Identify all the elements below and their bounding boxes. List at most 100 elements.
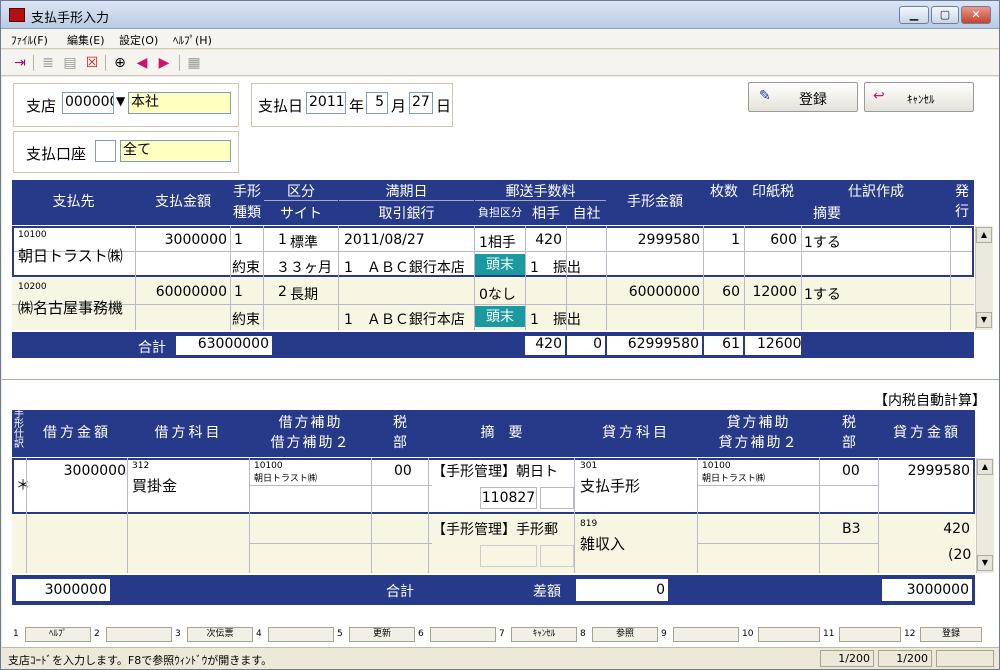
app-icon [9,8,25,22]
fkey-6[interactable]: 6 [418,627,496,643]
exit-icon[interactable]: ⇥ [11,54,29,72]
col-debit-sub: 借方補助 [250,412,371,432]
arrow-left-icon[interactable]: ◀ [133,54,151,72]
fkey-7[interactable]: 7 ｷｬﾝｾﾙ [499,627,577,643]
undo-icon: ↩ [873,88,885,104]
fkey-2[interactable]: 2 [94,627,172,643]
col-note-type: 手形 [231,181,263,201]
month-unit: 月 [391,97,407,115]
list-icon[interactable]: ≣ [39,54,57,72]
fkey-10[interactable]: 10 [742,627,820,643]
arrow-right-icon[interactable]: ▶ [155,54,173,72]
maximize-button[interactable]: ▢ [931,6,959,24]
col-maturity: 満期日 [339,181,474,201]
col-burden: 負担区分 [475,203,525,223]
register-button[interactable]: ✎ 登録 [748,82,858,112]
col-mail-fee: 郵送手数料 [475,181,606,201]
total-label: 合計 [132,337,172,355]
close-button[interactable]: ✕ [961,6,991,24]
col-ctax: 税 [820,412,878,432]
menu-settings[interactable]: 設定(O) [119,32,158,48]
day-unit: 日 [436,97,452,115]
col-bank: 取引銀行 [339,203,474,223]
col-summary-bottom: 摘 要 [429,410,574,457]
col-credit-account: 貸方科目 [575,410,697,457]
col-journal: 仕訳作成 [802,181,950,201]
fkey-12[interactable]: 12 登録 [904,627,982,643]
menu-file[interactable]: ﾌｧｲﾙ(F) [11,32,48,48]
account-name-field: 全て [120,140,231,162]
col-tax: 税 [372,412,428,432]
pay-amount[interactable]: 3000000 [152,232,227,248]
fkey-9[interactable]: 9 [661,627,739,643]
col-payee: 支払先 [12,180,135,225]
scroll-up-icon[interactable]: ▲ [977,459,993,475]
col-stamp: 印紙税 [745,181,801,201]
total-amount: 63000000 [176,336,272,355]
minimize-button[interactable]: ▁ [899,6,929,24]
copy-icon[interactable]: ▤ [61,54,79,72]
scroll-down-icon[interactable]: ▼ [977,555,993,571]
col-debit-account: 借方科目 [128,410,249,457]
diff-label: 差額 [522,581,572,599]
delete-icon[interactable]: ☒ [83,54,101,72]
pay-date-label: 支払日 [258,97,304,115]
toolbar: ⇥ ≣ ▤ ☒ ⊕ ◀ ▶ ▦ [1,50,999,76]
col-pay-amount: 支払金額 [136,180,230,225]
bottom-total-bar [12,575,975,605]
main-panel: 支店 000000 ▼ 本社 支払日 2011 年 5 月 27 日 ✎ 登録 … [2,77,999,650]
col-own: 自社 [567,203,606,223]
scroll-up-icon[interactable]: ▲ [976,227,992,243]
tax-note: 【内税自動計算】 [874,393,986,409]
col-site: サイト [264,203,338,223]
col-count: 枚数 [704,181,744,201]
fkey-5[interactable]: 5 更新 [337,627,415,643]
account-code-input[interactable] [95,140,116,162]
scroll-down-icon[interactable]: ▼ [976,312,992,328]
col-credit-sub: 貸方補助 [698,412,819,432]
payee-name: 朝日トラスト㈱ [18,247,123,265]
year-unit: 年 [349,97,365,115]
diff-value: 0 [576,579,668,601]
fkey-11[interactable]: 11 [823,627,901,643]
store-dropdown-icon[interactable]: ▼ [116,94,125,108]
zoom-icon[interactable]: ⊕ [111,54,129,72]
pencil-icon: ✎ [759,88,771,104]
col-category: 区分 [264,181,338,201]
calculator-icon[interactable]: ▦ [185,54,203,72]
account-label: 支払口座 [26,145,87,163]
col-issue: 発 [951,181,973,201]
year-input[interactable]: 2011 [306,92,346,114]
debit-total: 3000000 [16,579,110,601]
fkey-4[interactable]: 4 [256,627,334,643]
menu-edit[interactable]: 編集(E) [67,32,105,48]
payee-code: 10100 [18,230,47,240]
app-window: 支払手形入力 ▁ ▢ ✕ ﾌｧｲﾙ(F) 編集(E) 設定(O) ﾍﾙﾌﾟ(H)… [0,0,1000,670]
col-partner: 相手 [526,203,566,223]
window-title: 支払手形入力 [31,11,110,26]
col-credit-amount: 貸方金額 [879,410,975,457]
burden-tag: 頭末 [475,254,525,275]
burden-tag: 頭末 [475,306,525,327]
col-note-cls: 手形仕訳 [12,410,26,457]
title-bar: 支払手形入力 ▁ ▢ ✕ [1,1,999,29]
fkey-3[interactable]: 3 次伝票 [175,627,253,643]
bottom-total-label: 合計 [372,581,428,599]
menu-bar: ﾌｧｲﾙ(F) 編集(E) 設定(O) ﾍﾙﾌﾟ(H) [1,29,999,49]
col-debit-amount: 借方金額 [27,410,127,457]
page-indicator: 1/200 [820,650,874,667]
day-input[interactable]: 27 [409,92,433,114]
status-message: 支店ｺｰﾄﾞを入力します。F8で参照ｳｨﾝﾄﾞｳが開きます。 [8,654,273,667]
credit-total: 3000000 [882,579,972,601]
col-summary: 摘要 [704,203,950,223]
month-input[interactable]: 5 [366,92,388,114]
status-bar: 支店ｺｰﾄﾞを入力します。F8で参照ｳｨﾝﾄﾞｳが開きます。 1/200 1/2… [2,647,999,669]
col-note-amount: 手形金額 [607,180,703,225]
cancel-button[interactable]: ↩ ｷｬﾝｾﾙ [864,82,974,112]
store-code-input[interactable]: 000000 [62,92,114,114]
fkey-8[interactable]: 8 参照 [580,627,658,643]
store-name-field: 本社 [128,92,231,114]
menu-help[interactable]: ﾍﾙﾌﾟ(H) [173,32,212,48]
fkey-1[interactable]: 1 ﾍﾙﾌﾟ [13,627,91,643]
page-indicator: 1/200 [878,650,932,667]
